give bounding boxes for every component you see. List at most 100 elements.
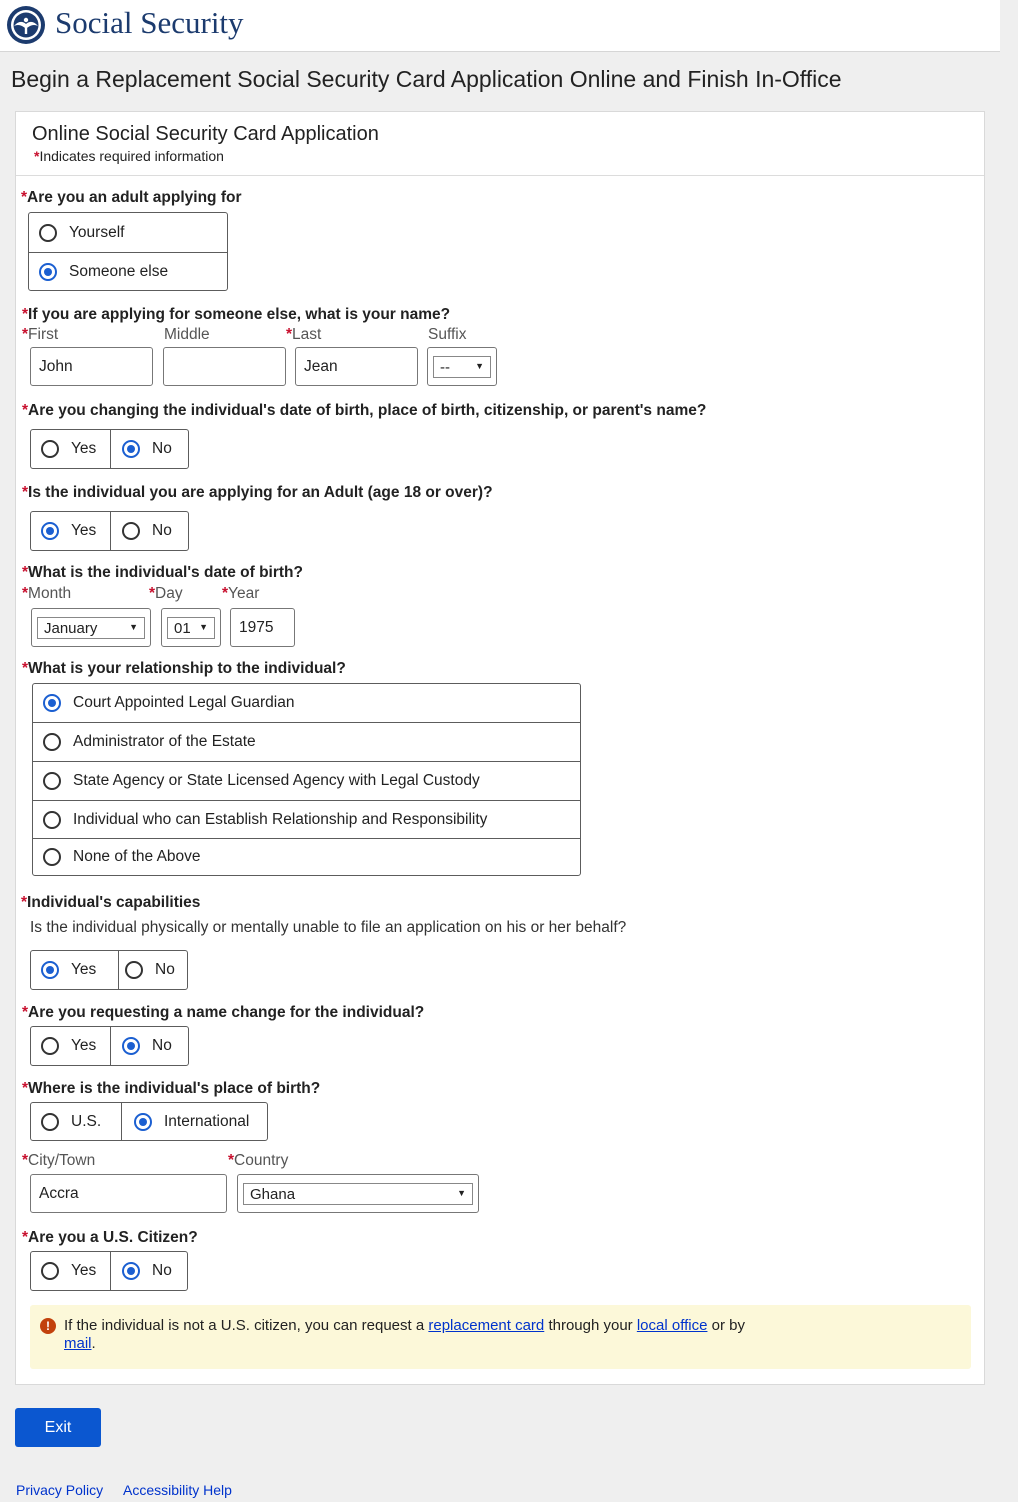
radio-circle-selected-icon[interactable] bbox=[134, 1112, 152, 1131]
label-text: Last bbox=[292, 326, 322, 343]
radio-circle-selected-icon[interactable] bbox=[39, 262, 57, 281]
suffix-select[interactable]: -- ▼ bbox=[427, 347, 497, 386]
privacy-policy-link[interactable]: Privacy Policy bbox=[16, 1482, 103, 1498]
option-label: Individual who can Establish Relationshi… bbox=[73, 810, 488, 828]
dropdown-arrow-icon: ▼ bbox=[457, 1188, 466, 1198]
year-input[interactable]: 1975 bbox=[230, 608, 295, 647]
city-label: *City/Town bbox=[22, 1152, 95, 1170]
radio-circle-selected-icon[interactable] bbox=[122, 1037, 140, 1055]
last-name-input[interactable]: Jean bbox=[295, 347, 418, 386]
month-label: *Month bbox=[22, 585, 71, 603]
mail-link[interactable]: mail bbox=[64, 1335, 92, 1352]
radio-option-no[interactable]: No bbox=[110, 512, 188, 550]
suffix-select-box[interactable]: -- ▼ bbox=[433, 356, 491, 378]
radio-circle-icon[interactable] bbox=[43, 733, 61, 751]
option-label: No bbox=[152, 522, 172, 539]
radio-circle-icon[interactable] bbox=[43, 810, 61, 829]
radio-option-no[interactable]: No bbox=[110, 430, 188, 468]
question-label: Individual's capabilities bbox=[27, 894, 201, 911]
brand-name[interactable]: Social Security bbox=[55, 5, 244, 41]
radio-circle-icon[interactable] bbox=[39, 223, 57, 242]
radio-option-yes[interactable]: Yes bbox=[31, 1252, 110, 1290]
first-name-label: *First bbox=[22, 326, 58, 344]
question-applying-for: *Are you an adult applying for bbox=[21, 189, 241, 207]
page-title: Begin a Replacement Social Security Card… bbox=[11, 66, 842, 92]
option-label: No bbox=[152, 1037, 172, 1054]
relationship-radio-group: Court Appointed Legal Guardian Administr… bbox=[32, 683, 581, 876]
radio-option-international[interactable]: International bbox=[121, 1103, 267, 1140]
radio-option-yes[interactable]: Yes bbox=[31, 512, 110, 550]
radio-option-no[interactable]: No bbox=[110, 1027, 188, 1065]
radio-circle-icon[interactable] bbox=[41, 440, 59, 458]
country-select[interactable]: Ghana ▼ bbox=[237, 1174, 479, 1213]
radio-circle-icon[interactable] bbox=[43, 772, 61, 790]
site-header: Social Security bbox=[0, 0, 1000, 52]
radio-circle-icon[interactable] bbox=[43, 848, 61, 866]
radio-option-no[interactable]: No bbox=[118, 951, 187, 989]
radio-circle-selected-icon[interactable] bbox=[41, 522, 59, 540]
radio-circle-selected-icon[interactable] bbox=[122, 1262, 140, 1280]
radio-circle-selected-icon[interactable] bbox=[41, 961, 59, 979]
radio-circle-selected-icon[interactable] bbox=[122, 440, 140, 458]
country-select-box[interactable]: Ghana ▼ bbox=[243, 1183, 473, 1205]
question-is-adult: *Is the individual you are applying for … bbox=[22, 484, 493, 502]
option-label: Yes bbox=[71, 522, 97, 539]
citizenship-alert: ! If the individual is not a U.S. citize… bbox=[30, 1305, 971, 1369]
question-capabilities: *Individual's capabilities bbox=[21, 894, 200, 912]
month-select[interactable]: January ▼ bbox=[31, 608, 151, 647]
radio-circle-icon[interactable] bbox=[41, 1112, 59, 1131]
question-label: What is your relationship to the individ… bbox=[28, 660, 346, 677]
radio-option-yes[interactable]: Yes bbox=[31, 1027, 110, 1065]
first-name-input[interactable]: John bbox=[30, 347, 153, 386]
radio-circle-icon[interactable] bbox=[122, 522, 140, 540]
radio-option-someone-else[interactable]: Someone else bbox=[29, 252, 227, 290]
country-label: *Country bbox=[228, 1152, 288, 1170]
radio-option-court-appointed-guardian[interactable]: Court Appointed Legal Guardian bbox=[33, 684, 580, 722]
day-select[interactable]: 01 ▼ bbox=[161, 608, 221, 647]
option-label: Yes bbox=[71, 1262, 97, 1279]
radio-circle-icon[interactable] bbox=[41, 1262, 59, 1280]
alert-text-segment: . bbox=[91, 1335, 96, 1352]
option-label: Yes bbox=[71, 961, 97, 978]
is-adult-radio-group: Yes No bbox=[30, 511, 189, 551]
dropdown-arrow-icon: ▼ bbox=[129, 622, 138, 632]
month-select-box[interactable]: January ▼ bbox=[37, 617, 145, 639]
local-office-link[interactable]: local office bbox=[637, 1317, 708, 1334]
radio-option-us[interactable]: U.S. bbox=[31, 1103, 121, 1140]
exit-button[interactable]: Exit bbox=[15, 1408, 101, 1447]
required-note: *Indicates required information bbox=[34, 148, 224, 164]
required-note-text: Indicates required information bbox=[39, 148, 224, 164]
middle-name-input[interactable] bbox=[163, 347, 286, 386]
radio-option-yes[interactable]: Yes bbox=[31, 951, 118, 989]
radio-option-yes[interactable]: Yes bbox=[31, 430, 110, 468]
radio-circle-icon[interactable] bbox=[125, 961, 143, 979]
question-date-of-birth: *What is the individual's date of birth? bbox=[22, 564, 303, 582]
question-label: Are you an adult applying for bbox=[27, 189, 242, 206]
option-label: No bbox=[152, 1262, 172, 1279]
replacement-card-link[interactable]: replacement card bbox=[428, 1317, 544, 1334]
year-label: *Year bbox=[222, 585, 259, 603]
radio-circle-icon[interactable] bbox=[41, 1037, 59, 1055]
option-label: State Agency or State Licensed Agency wi… bbox=[73, 772, 480, 789]
alert-text-segment: If the individual is not a U.S. citizen,… bbox=[64, 1317, 429, 1334]
city-input[interactable]: Accra bbox=[30, 1174, 227, 1213]
day-label: *Day bbox=[149, 585, 183, 603]
country-value: Ghana bbox=[250, 1186, 296, 1203]
radio-option-none-of-above[interactable]: None of the Above bbox=[33, 838, 580, 875]
question-label: What is the individual's date of birth? bbox=[28, 564, 303, 581]
changing-details-radio-group: Yes No bbox=[30, 429, 189, 469]
accessibility-help-link[interactable]: Accessibility Help bbox=[123, 1482, 232, 1498]
ssa-seal-icon[interactable] bbox=[6, 5, 46, 45]
radio-option-administrator-of-estate[interactable]: Administrator of the Estate bbox=[33, 722, 580, 761]
radio-option-no[interactable]: No bbox=[110, 1252, 187, 1290]
applying-for-radio-group: Yourself Someone else bbox=[28, 212, 228, 291]
radio-circle-selected-icon[interactable] bbox=[43, 694, 61, 712]
radio-option-established-relationship[interactable]: Individual who can Establish Relationshi… bbox=[33, 800, 580, 838]
radio-option-yourself[interactable]: Yourself bbox=[29, 213, 227, 252]
label-text: Year bbox=[228, 585, 260, 602]
day-select-box[interactable]: 01 ▼ bbox=[167, 617, 215, 639]
radio-option-state-agency[interactable]: State Agency or State Licensed Agency wi… bbox=[33, 761, 580, 800]
exclamation-icon: ! bbox=[40, 1318, 56, 1334]
question-name: *If you are applying for someone else, w… bbox=[22, 306, 450, 324]
question-label: Are you requesting a name change for the… bbox=[28, 1004, 425, 1021]
